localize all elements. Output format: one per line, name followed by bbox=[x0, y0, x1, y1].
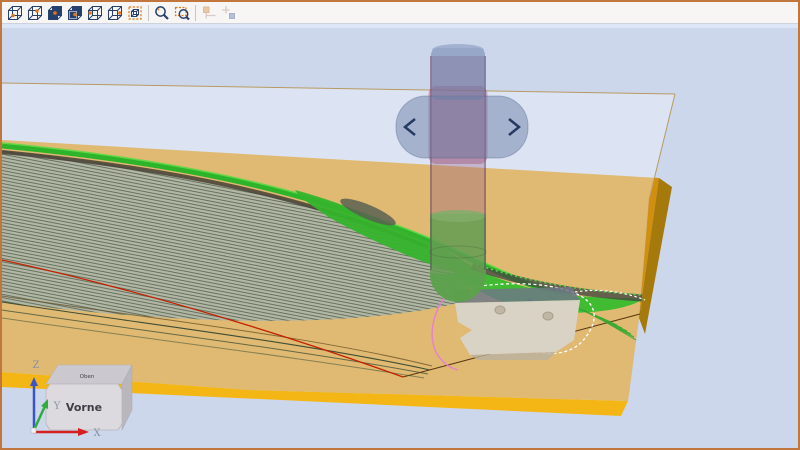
tool-holder-cap bbox=[432, 44, 484, 56]
view-toolbar bbox=[2, 2, 798, 24]
view-back-cube-icon[interactable] bbox=[25, 3, 45, 23]
fixture-hole bbox=[494, 305, 506, 315]
measure-point-icon bbox=[199, 3, 219, 23]
viewport-3d[interactable]: Oben Vorne Z Y X bbox=[2, 28, 798, 448]
toolbar-separator bbox=[148, 4, 149, 21]
z-axis-label: Z bbox=[33, 360, 40, 371]
x-axis-label: X bbox=[93, 428, 101, 439]
view-bottom-cube-icon[interactable] bbox=[65, 3, 85, 23]
zoom-window-icon[interactable] bbox=[172, 3, 192, 23]
measure-distance-icon bbox=[219, 3, 239, 23]
view-cube-top-label: Oben bbox=[80, 374, 95, 380]
zoom-icon[interactable] bbox=[152, 3, 172, 23]
view-cube-front-label: Vorne bbox=[66, 401, 102, 414]
toolbar-separator bbox=[195, 4, 196, 21]
view-cube[interactable]: Oben Vorne bbox=[45, 364, 133, 431]
cam-simulation-window: Oben Vorne Z Y X bbox=[0, 0, 800, 450]
spindle-collar bbox=[395, 95, 529, 159]
fixture-hole bbox=[542, 311, 554, 321]
view-right-cube-icon[interactable] bbox=[105, 3, 125, 23]
y-axis-label: Y bbox=[53, 401, 61, 412]
view-front-cube-icon[interactable] bbox=[5, 3, 25, 23]
zoom-fit-icon[interactable] bbox=[125, 3, 145, 23]
view-top-cube-icon[interactable] bbox=[45, 3, 65, 23]
fixture-front-face bbox=[455, 300, 580, 355]
view-left-cube-icon[interactable] bbox=[85, 3, 105, 23]
axes-origin-marker bbox=[30, 427, 37, 434]
